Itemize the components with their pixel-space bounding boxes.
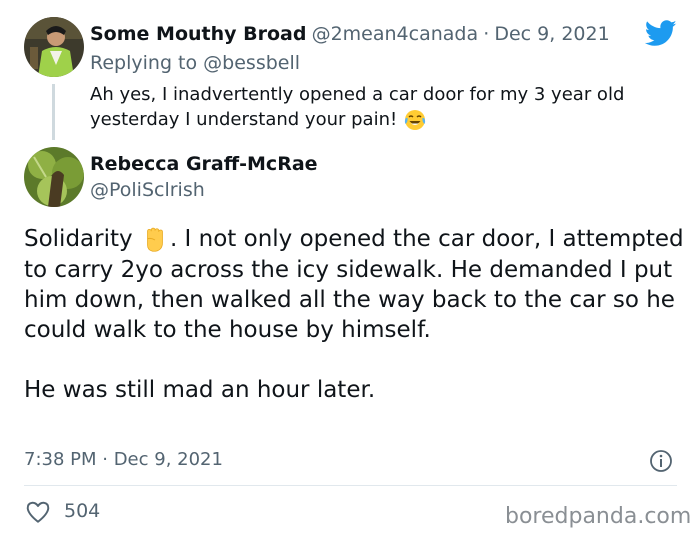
reply-author-avatar[interactable] xyxy=(24,17,84,77)
reply-header: Some Mouthy Broad @2mean4canada · Dec 9,… xyxy=(90,22,610,47)
twitter-bird-icon xyxy=(645,20,677,46)
raised-fist-icon xyxy=(147,227,163,252)
replying-prefix: Replying to xyxy=(90,52,198,74)
action-bar-divider xyxy=(24,485,677,486)
reply-tweet-text: Ah yes, I inadvertently opened a car doo… xyxy=(90,82,690,132)
thread-connector-line xyxy=(52,84,55,140)
main-author-handle[interactable]: @PoliSclrish xyxy=(90,178,205,202)
reply-text-line2: yesterday I understand your pain! xyxy=(90,109,398,130)
reply-author-handle[interactable]: @2mean4canada xyxy=(312,23,479,45)
main-text-paragraph-2: He was still mad an hour later. xyxy=(24,376,376,403)
face-with-tears-of-joy-icon xyxy=(404,110,426,130)
reply-date[interactable]: Dec 9, 2021 xyxy=(494,23,609,45)
main-author-avatar[interactable] xyxy=(24,147,84,207)
main-text-start: Solidarity xyxy=(24,226,140,252)
header-separator: · xyxy=(483,23,490,45)
avatar-image xyxy=(24,147,84,207)
info-icon[interactable] xyxy=(649,449,673,473)
reply-text-line1: Ah yes, I inadvertently opened a car doo… xyxy=(90,84,625,105)
reply-author-name[interactable]: Some Mouthy Broad xyxy=(90,23,306,45)
like-count[interactable]: 504 xyxy=(64,499,100,523)
replying-to-handle[interactable]: @bessbell xyxy=(203,52,300,74)
main-tweet-text: Solidarity . I not only opened the car d… xyxy=(24,224,684,405)
watermark: boredpanda.com xyxy=(505,504,692,529)
main-author-name[interactable]: Rebecca Graff-McRae xyxy=(90,152,318,176)
main-text-paragraph-1: Solidarity . I not only opened the car d… xyxy=(24,224,684,345)
replying-to-line: Replying to @bessbell xyxy=(90,51,300,75)
avatar-image xyxy=(24,17,84,77)
tweet-timestamp[interactable]: 7:38 PM · Dec 9, 2021 xyxy=(24,448,223,472)
heart-icon[interactable] xyxy=(25,500,51,524)
